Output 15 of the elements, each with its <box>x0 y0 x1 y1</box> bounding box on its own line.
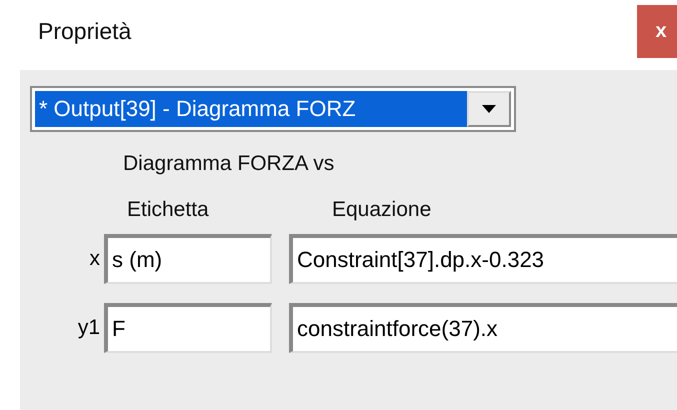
dropdown-value: * Output[39] - Diagramma FORZ <box>35 91 467 127</box>
equation-header: Equazione <box>332 198 432 222</box>
window-title: Proprietà <box>38 18 132 45</box>
dropdown-arrow-button[interactable] <box>467 91 511 127</box>
equation-field[interactable]: constraintforce(37).x <box>289 303 677 353</box>
output-dropdown[interactable]: * Output[39] - Diagramma FORZ <box>30 86 516 132</box>
diagram-title: Diagramma FORZA vs <box>123 152 336 176</box>
close-button[interactable]: x <box>637 5 677 58</box>
equation-field[interactable]: Constraint[37].dp.x-0.323 <box>289 234 677 284</box>
caret-icon <box>481 104 497 114</box>
axis-label: x <box>88 247 101 271</box>
label-field[interactable]: s (m) <box>104 234 272 284</box>
label-field[interactable]: F <box>104 303 272 353</box>
axis-label: y1 <box>76 316 101 340</box>
label-header: Etichetta <box>127 198 210 222</box>
